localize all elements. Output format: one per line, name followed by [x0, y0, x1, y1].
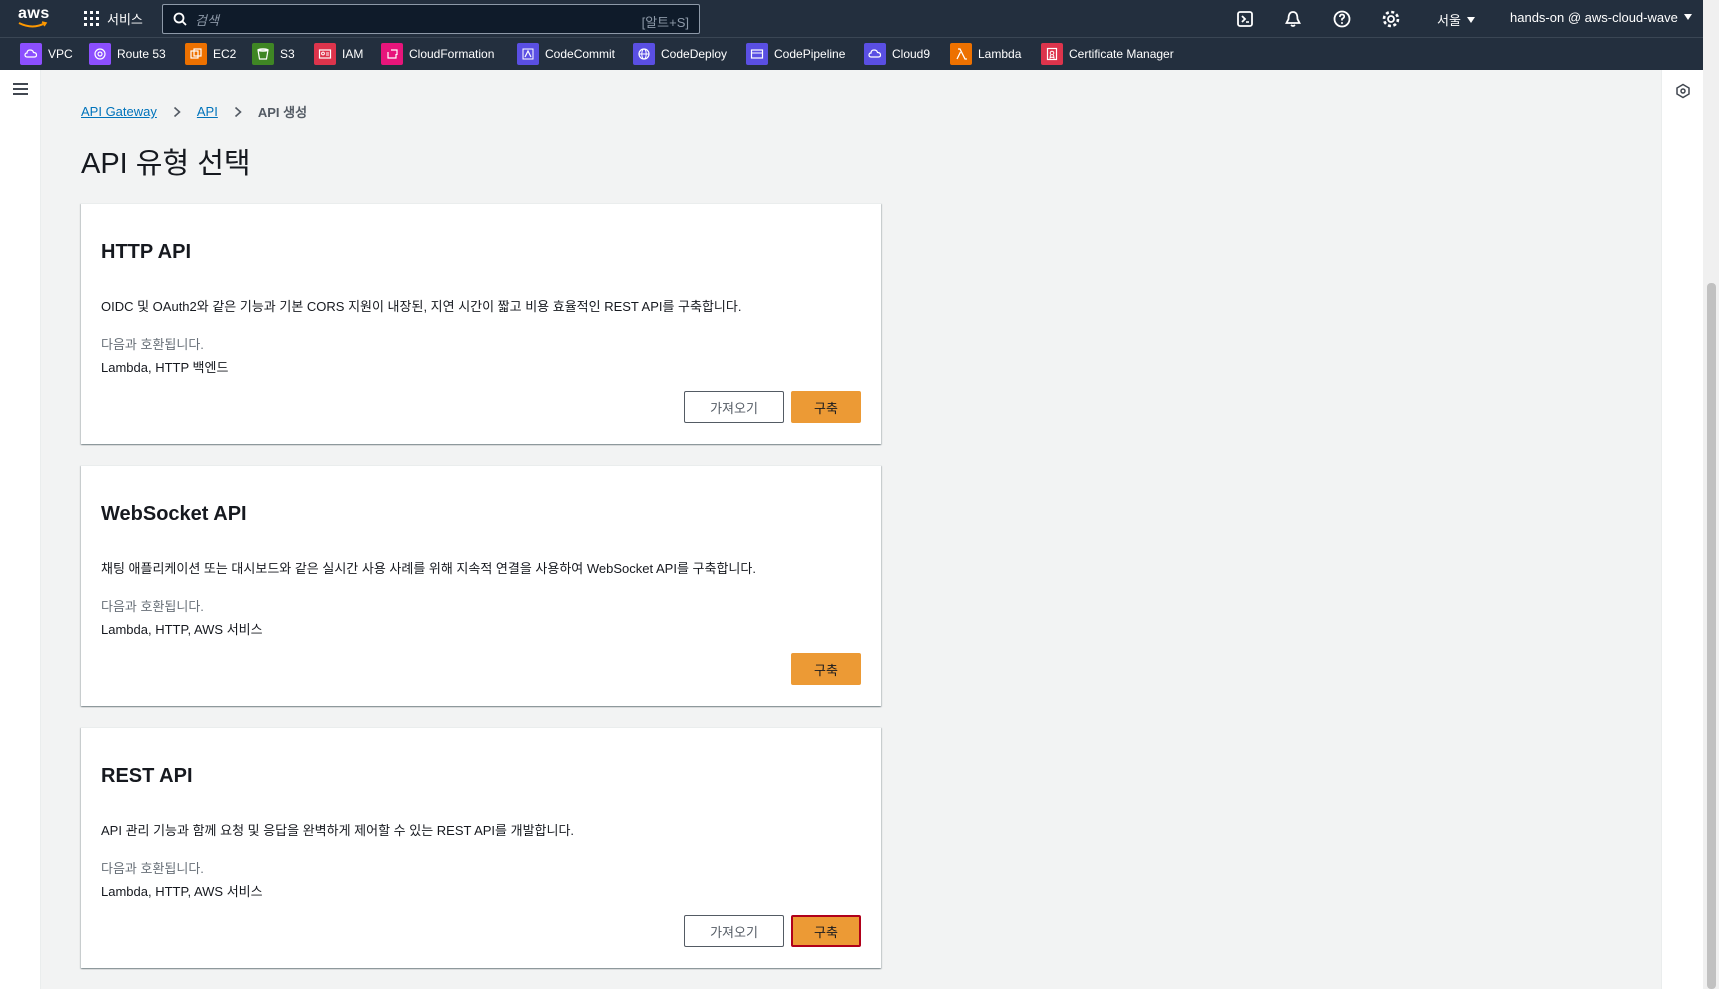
cloud9-icon	[864, 43, 886, 65]
favorite-vpc[interactable]: VPC	[20, 43, 73, 65]
aws-logo[interactable]: aws	[18, 5, 52, 31]
rest-api-import-button[interactable]: 가져오기	[684, 915, 784, 947]
favorite-iam[interactable]: IAM	[314, 43, 363, 65]
search-shortcut-hint: [알트+S]	[641, 15, 689, 30]
rest-api-build-button[interactable]: 구축	[791, 915, 861, 947]
favorite-label: CloudFormation	[409, 47, 495, 61]
codedeploy-icon	[633, 43, 655, 65]
chevron-right-icon	[173, 106, 181, 117]
region-label: 서울	[1437, 13, 1461, 28]
favorites-bar: VPC Route 53 EC2 S3 IAM CloudFormation C…	[0, 37, 1703, 70]
favorite-route53[interactable]: Route 53	[89, 43, 166, 65]
ec2-icon	[185, 43, 207, 65]
compat-targets: Lambda, HTTP, AWS 서비스	[101, 884, 263, 899]
http-api-import-button[interactable]: 가져오기	[684, 391, 784, 423]
card-title: HTTP API	[101, 241, 192, 263]
info-panel-icon[interactable]	[1675, 83, 1691, 99]
chevron-down-icon	[1466, 17, 1475, 23]
compat-targets: Lambda, HTTP 백엔드	[101, 360, 229, 375]
search-box[interactable]: [알트+S]	[162, 4, 700, 34]
route53-icon	[89, 43, 111, 65]
codecommit-icon	[517, 43, 539, 65]
favorite-cloud9[interactable]: Cloud9	[864, 43, 930, 65]
websocket-api-build-button[interactable]: 구축	[791, 653, 861, 685]
favorite-label: CodeDeploy	[661, 47, 728, 61]
codepipeline-icon	[746, 43, 768, 65]
iam-icon	[314, 43, 336, 65]
card-title: REST API	[101, 765, 193, 787]
card-title: WebSocket API	[101, 503, 247, 525]
tools-panel-rail	[1661, 70, 1703, 989]
page-scrollbar[interactable]	[1703, 0, 1719, 989]
search-input[interactable]	[193, 8, 577, 32]
favorite-label: EC2	[213, 47, 237, 61]
favorite-label: VPC	[48, 47, 73, 61]
compat-label: 다음과 호환됩니다.	[101, 599, 204, 614]
account-menu[interactable]: hands-on @ aws-cloud-wave	[1510, 10, 1692, 25]
s3-icon	[252, 43, 274, 65]
cloudshell-icon[interactable]	[1235, 9, 1255, 29]
services-grid-icon	[84, 11, 99, 26]
bell-icon[interactable]	[1283, 9, 1303, 29]
scrollbar-thumb[interactable]	[1707, 283, 1716, 989]
compat-targets: Lambda, HTTP, AWS 서비스	[101, 622, 263, 637]
http-api-build-button[interactable]: 구축	[791, 391, 861, 423]
favorite-label: Cloud9	[892, 47, 931, 61]
favorite-label: S3	[280, 47, 295, 61]
card-description: 채팅 애플리케이션 또는 대시보드와 같은 실시간 사용 사례를 위해 지속적 …	[101, 561, 756, 576]
cloudformation-icon	[381, 43, 403, 65]
favorite-cloudformation[interactable]: CloudFormation	[381, 43, 494, 65]
favorite-ec2[interactable]: EC2	[185, 43, 236, 65]
websocket-api-card: WebSocket API 채팅 애플리케이션 또는 대시보드와 같은 실시간 …	[81, 465, 881, 706]
aws-smile-icon	[18, 21, 48, 28]
services-menu-button[interactable]: 서비스	[84, 9, 143, 28]
aws-logo-text: aws	[18, 5, 50, 22]
http-api-card: HTTP API OIDC 및 OAuth2와 같은 기능과 기본 CORS 지…	[81, 203, 881, 444]
favorite-label: Lambda	[978, 47, 1022, 61]
favorite-label: CodeCommit	[545, 47, 616, 61]
card-description: OIDC 및 OAuth2와 같은 기능과 기본 CORS 지원이 내장된, 지…	[101, 299, 742, 314]
compat-label: 다음과 호환됩니다.	[101, 861, 204, 876]
compat-label: 다음과 호환됩니다.	[101, 337, 204, 352]
help-icon[interactable]	[1332, 9, 1352, 29]
top-navigation: aws 서비스 [알트+S]	[0, 0, 1703, 37]
search-icon	[173, 12, 187, 26]
card-description: API 관리 기능과 함께 요청 및 응답을 완벽하게 제어할 수 있는 RES…	[101, 823, 575, 838]
chevron-right-icon	[234, 106, 242, 117]
favorite-label: Certificate Manager	[1069, 47, 1174, 61]
favorite-codedeploy[interactable]: CodeDeploy	[633, 43, 727, 65]
breadcrumb: API Gateway API API 생성	[81, 102, 307, 121]
breadcrumb-api[interactable]: API	[197, 104, 218, 119]
favorite-codecommit[interactable]: CodeCommit	[517, 43, 615, 65]
favorite-label: CodePipeline	[774, 47, 846, 61]
lambda-icon	[950, 43, 972, 65]
favorite-label: IAM	[342, 47, 364, 61]
account-label: hands-on @ aws-cloud-wave	[1510, 10, 1678, 25]
favorite-label: Route 53	[117, 47, 166, 61]
gear-icon[interactable]	[1381, 9, 1401, 29]
favorite-certificate-manager[interactable]: Certificate Manager	[1041, 43, 1174, 65]
breadcrumb-api-gateway[interactable]: API Gateway	[81, 104, 157, 119]
side-navigation-rail	[0, 70, 41, 989]
menu-icon[interactable]	[13, 83, 28, 95]
region-selector[interactable]: 서울	[1437, 10, 1475, 29]
breadcrumb-current: API 생성	[257, 105, 308, 120]
vpc-icon	[20, 43, 42, 65]
certificate-manager-icon	[1041, 43, 1063, 65]
rest-api-card: REST API API 관리 기능과 함께 요청 및 응답을 완벽하게 제어할…	[81, 727, 881, 968]
services-label: 서비스	[107, 12, 143, 27]
chevron-down-icon	[1683, 14, 1692, 20]
favorite-codepipeline[interactable]: CodePipeline	[746, 43, 845, 65]
page-title: API 유형 선택	[81, 148, 251, 180]
favorite-lambda[interactable]: Lambda	[950, 43, 1021, 65]
favorite-s3[interactable]: S3	[252, 43, 295, 65]
